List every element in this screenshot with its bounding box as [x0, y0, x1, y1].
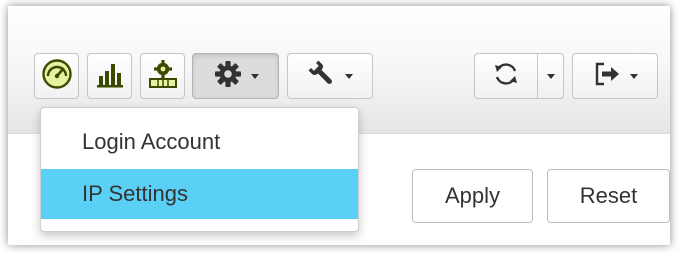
menu-item-login-account[interactable]: Login Account	[41, 117, 358, 167]
refresh-split-button	[474, 53, 564, 99]
chevron-down-icon	[250, 73, 259, 79]
gear-box-icon	[147, 58, 179, 95]
refresh-icon	[491, 59, 521, 94]
logout-button[interactable]	[572, 53, 658, 99]
app-window: Apply Reset Login Account IP Settings	[8, 6, 670, 245]
dashboard-button[interactable]	[34, 53, 79, 99]
sign-out-icon	[592, 59, 622, 94]
reset-button[interactable]: Reset	[547, 169, 670, 223]
statistics-button[interactable]	[87, 53, 132, 99]
tools-button[interactable]	[287, 53, 373, 99]
menu-item-ip-settings[interactable]: IP Settings	[41, 169, 358, 219]
bar-chart-icon	[95, 59, 125, 94]
wrench-icon	[307, 59, 337, 94]
refresh-button[interactable]	[474, 53, 537, 99]
system-settings-button[interactable]	[192, 53, 279, 99]
chevron-down-icon	[630, 73, 638, 79]
chevron-down-icon	[345, 73, 353, 79]
settings-dropdown-menu: Login Account IP Settings	[40, 107, 359, 232]
refresh-menu-toggle[interactable]	[537, 53, 564, 99]
speedometer-icon	[41, 58, 73, 95]
chevron-down-icon	[546, 73, 555, 79]
device-settings-button[interactable]	[140, 53, 185, 99]
gear-icon	[213, 59, 243, 94]
apply-button[interactable]: Apply	[412, 169, 533, 223]
